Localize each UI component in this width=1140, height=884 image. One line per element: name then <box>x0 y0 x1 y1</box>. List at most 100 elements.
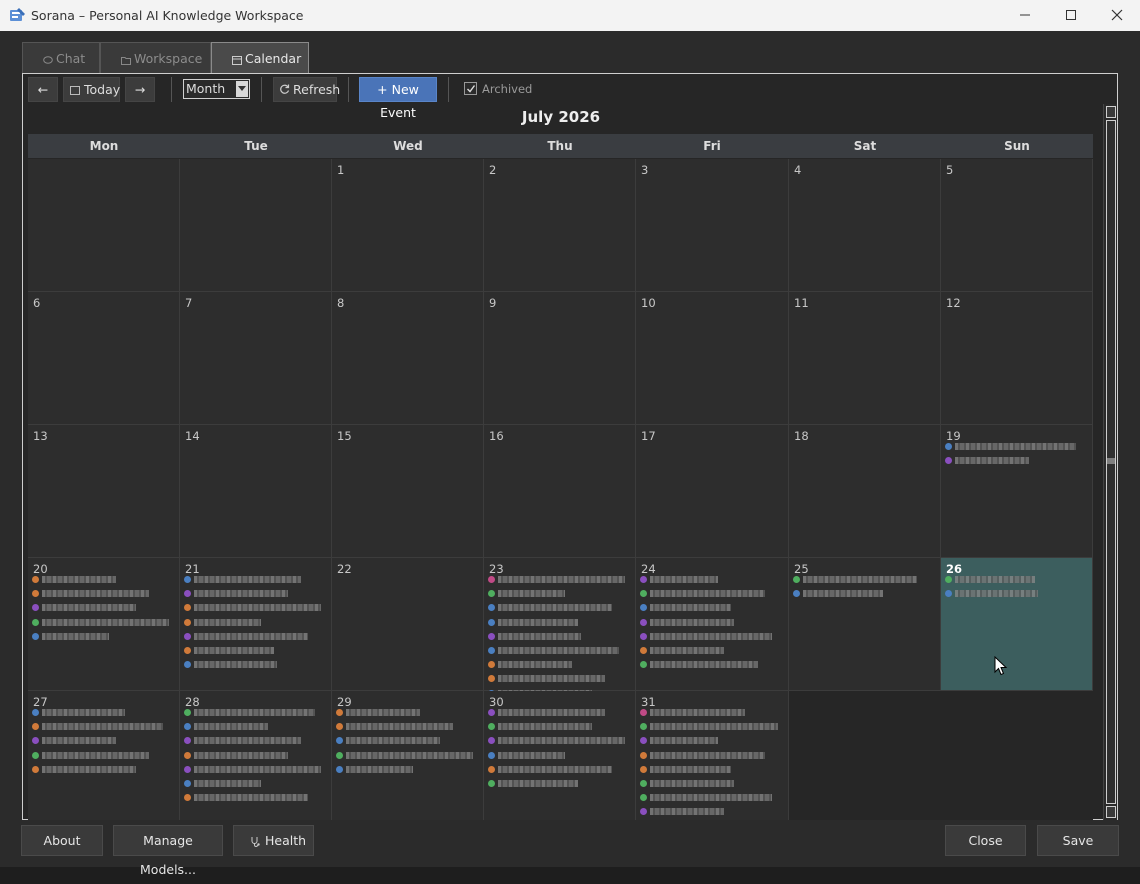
calendar-event[interactable] <box>32 602 176 613</box>
tab-workspace[interactable]: Workspace <box>100 42 211 74</box>
calendar-event[interactable] <box>488 721 632 732</box>
calendar-event[interactable] <box>488 588 632 599</box>
calendar-event[interactable] <box>32 631 176 642</box>
calendar-event[interactable] <box>488 631 632 642</box>
calendar-event[interactable] <box>488 659 632 670</box>
day-cell-19[interactable]: 19 <box>941 425 1093 558</box>
calendar-event[interactable] <box>488 645 632 656</box>
day-cell-13[interactable]: 13 <box>28 425 180 558</box>
calendar-event[interactable] <box>184 659 328 670</box>
day-cell-28[interactable]: 28 <box>180 691 332 820</box>
calendar-event[interactable] <box>32 750 176 761</box>
day-cell-31[interactable]: 31 <box>636 691 789 820</box>
calendar-event[interactable] <box>640 792 785 803</box>
calendar-event[interactable] <box>184 631 328 642</box>
calendar-event[interactable] <box>184 617 328 628</box>
calendar-event[interactable] <box>945 588 1089 599</box>
calendar-event[interactable] <box>184 707 328 718</box>
calendar-event[interactable] <box>184 750 328 761</box>
day-cell-26[interactable]: 26 <box>941 558 1093 691</box>
calendar-event[interactable] <box>640 721 785 732</box>
calendar-event[interactable] <box>488 617 632 628</box>
about-button[interactable]: About <box>21 825 103 856</box>
day-cell-1[interactable]: 1 <box>332 159 484 292</box>
calendar-event[interactable] <box>945 574 1089 585</box>
calendar-event[interactable] <box>640 588 785 599</box>
calendar-event[interactable] <box>640 764 785 775</box>
day-cell-21[interactable]: 21 <box>180 558 332 691</box>
calendar-event[interactable] <box>640 645 785 656</box>
calendar-event[interactable] <box>488 707 632 718</box>
day-cell-2[interactable]: 2 <box>484 159 636 292</box>
calendar-event[interactable] <box>640 735 785 746</box>
close-button[interactable]: Close <box>945 825 1026 856</box>
calendar-event[interactable] <box>945 441 1089 452</box>
health-button[interactable]: Health <box>233 825 314 856</box>
day-cell-20[interactable]: 20 <box>28 558 180 691</box>
day-cell-22[interactable]: 22 <box>332 558 484 691</box>
calendar-event[interactable] <box>640 574 785 585</box>
calendar-event[interactable] <box>184 735 328 746</box>
calendar-event[interactable] <box>184 792 328 803</box>
manage-models-button[interactable]: Manage Models... <box>113 825 223 877</box>
calendar-event[interactable] <box>488 673 632 684</box>
calendar-event[interactable] <box>184 602 328 613</box>
day-cell-24[interactable]: 24 <box>636 558 789 691</box>
calendar-event[interactable] <box>32 574 176 585</box>
calendar-event[interactable] <box>640 602 785 613</box>
day-cell-9[interactable]: 9 <box>484 292 636 425</box>
calendar-event[interactable] <box>488 778 632 789</box>
calendar-event[interactable] <box>640 617 785 628</box>
day-cell-14[interactable]: 14 <box>180 425 332 558</box>
day-cell-4[interactable]: 4 <box>789 159 941 292</box>
day-cell-7[interactable]: 7 <box>180 292 332 425</box>
window-close-button[interactable] <box>1094 0 1140 31</box>
calendar-event[interactable] <box>184 645 328 656</box>
next-month-button[interactable]: → <box>125 77 155 102</box>
calendar-event[interactable] <box>640 778 785 789</box>
day-cell-10[interactable]: 10 <box>636 292 789 425</box>
day-cell-12[interactable]: 12 <box>941 292 1093 425</box>
save-button[interactable]: Save <box>1037 825 1119 856</box>
calendar-event[interactable] <box>488 602 632 613</box>
calendar-event[interactable] <box>793 574 937 585</box>
tab-calendar[interactable]: Calendar <box>211 42 309 74</box>
scroll-down-button[interactable] <box>1106 806 1116 818</box>
view-mode-select[interactable]: Month <box>183 79 250 99</box>
archived-checkbox[interactable] <box>464 82 477 95</box>
day-cell-17[interactable]: 17 <box>636 425 789 558</box>
day-cell-16[interactable]: 16 <box>484 425 636 558</box>
calendar-scrollbar[interactable] <box>1103 104 1117 820</box>
dropdown-button[interactable] <box>236 81 248 97</box>
calendar-event[interactable] <box>336 735 480 746</box>
calendar-event[interactable] <box>640 806 785 817</box>
day-cell-11[interactable]: 11 <box>789 292 941 425</box>
calendar-event[interactable] <box>184 721 328 732</box>
calendar-event[interactable] <box>640 631 785 642</box>
calendar-event[interactable] <box>184 778 328 789</box>
calendar-event[interactable] <box>32 617 176 628</box>
calendar-event[interactable] <box>184 588 328 599</box>
minimize-button[interactable] <box>1002 0 1048 31</box>
calendar-event[interactable] <box>488 750 632 761</box>
tab-chat[interactable]: Chat <box>22 42 100 74</box>
calendar-event[interactable] <box>184 764 328 775</box>
calendar-event[interactable] <box>945 455 1089 466</box>
calendar-event[interactable] <box>793 588 937 599</box>
calendar-event[interactable] <box>32 707 176 718</box>
day-cell-8[interactable]: 8 <box>332 292 484 425</box>
calendar-event[interactable] <box>640 659 785 670</box>
refresh-button[interactable]: Refresh <box>273 77 340 102</box>
calendar-event[interactable] <box>336 707 480 718</box>
day-cell-25[interactable]: 25 <box>789 558 941 691</box>
calendar-event[interactable] <box>488 574 632 585</box>
calendar-event[interactable] <box>184 574 328 585</box>
maximize-button[interactable] <box>1048 0 1094 31</box>
calendar-event[interactable] <box>488 764 632 775</box>
calendar-event[interactable] <box>640 707 785 718</box>
calendar-event[interactable] <box>336 764 480 775</box>
day-cell-6[interactable]: 6 <box>28 292 180 425</box>
calendar-event[interactable] <box>640 750 785 761</box>
day-cell-27[interactable]: 27 <box>28 691 180 820</box>
day-cell-30[interactable]: 30 <box>484 691 636 820</box>
